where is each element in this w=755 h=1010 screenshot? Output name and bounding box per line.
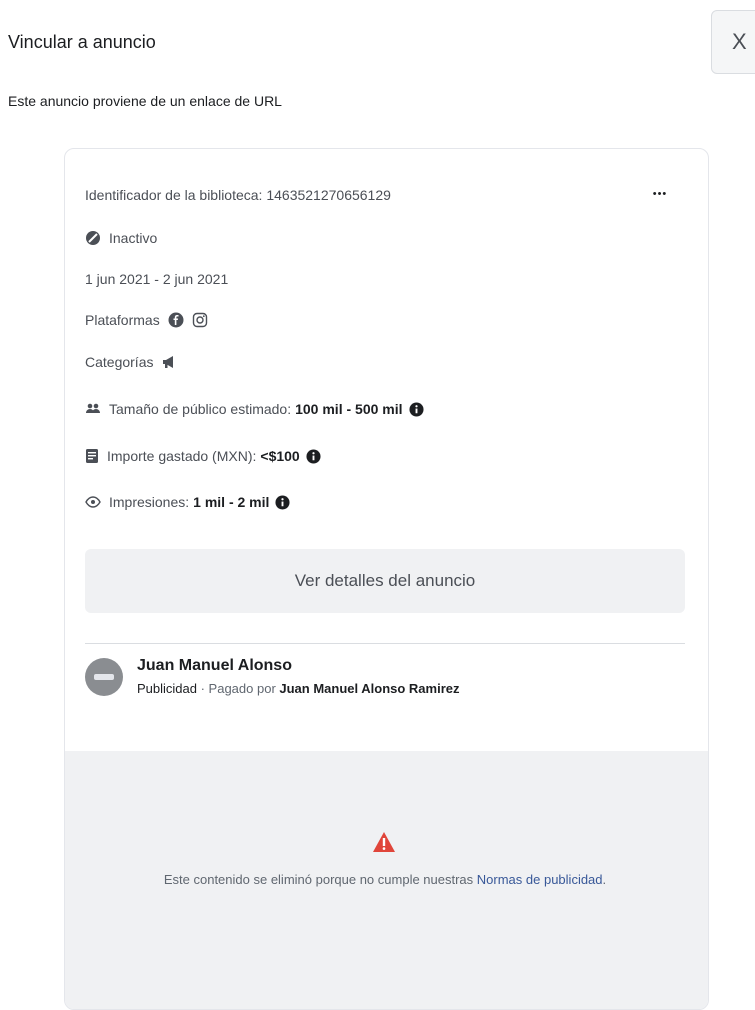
view-ad-details-label: Ver detalles del anuncio <box>294 571 476 590</box>
spend-value: <$100 <box>260 448 300 464</box>
audience-value: 100 mil - 500 mil <box>295 401 403 417</box>
divider <box>85 643 685 644</box>
ad-card: Identificador de la biblioteca: 14635212… <box>64 148 709 1010</box>
platforms-label: Plataformas <box>85 312 160 328</box>
library-id-text: Identificador de la biblioteca: 14635212… <box>85 187 391 203</box>
removed-content: Este contenido se eliminó porque no cump… <box>65 751 708 1009</box>
more-options-button[interactable]: ••• <box>645 184 675 204</box>
audience-label: Tamaño de público estimado: <box>109 401 292 417</box>
audience-icon <box>85 402 101 416</box>
advertiser-meta: Publicidad · Pagado por Juan Manuel Alon… <box>137 681 460 696</box>
warning-icon <box>372 831 396 858</box>
library-id: Identificador de la biblioteca: 14635212… <box>85 187 391 203</box>
ad-type: Publicidad <box>137 681 197 696</box>
view-ad-details-button[interactable]: Ver detalles del anuncio <box>85 549 685 613</box>
impressions-label: Impresiones: <box>109 494 190 510</box>
paid-by-prefix: · Pagado por <box>197 681 280 696</box>
blocked-avatar-icon <box>94 673 114 680</box>
advertiser-name[interactable]: Juan Manuel Alonso <box>137 657 460 675</box>
info-icon[interactable] <box>275 494 290 510</box>
avatar[interactable] <box>85 657 123 696</box>
instagram-icon <box>192 312 208 328</box>
receipt-icon <box>85 448 99 464</box>
megaphone-icon <box>161 355 177 369</box>
advertiser: Juan Manuel Alonso Publicidad · Pagado p… <box>85 657 460 696</box>
categories-row: Categorías <box>85 354 185 370</box>
impressions-value: 1 mil - 2 mil <box>193 494 270 510</box>
date-range: 1 jun 2021 - 2 jun 2021 <box>85 271 228 287</box>
removed-message-text: Este contenido se eliminó porque no cump… <box>163 872 477 887</box>
platforms-row: Plataformas <box>85 312 216 328</box>
status-row: Inactivo <box>85 230 157 246</box>
impressions-row: Impresiones: 1 mil - 2 mil <box>85 494 298 510</box>
date-range-text: 1 jun 2021 - 2 jun 2021 <box>85 271 229 287</box>
status-text: Inactivo <box>109 230 158 246</box>
spend-row: Importe gastado (MXN): <$100 <box>85 448 329 464</box>
page-title: Vincular a anuncio <box>8 32 156 52</box>
close-button[interactable]: X <box>711 10 755 74</box>
info-icon[interactable] <box>408 401 424 417</box>
facebook-icon <box>168 312 184 328</box>
inactive-icon <box>85 230 101 246</box>
info-icon[interactable] <box>306 448 321 464</box>
removed-message: Este contenido se eliminó porque no cump… <box>145 869 625 891</box>
categories-label: Categorías <box>85 354 154 370</box>
ad-policies-link[interactable]: Normas de publicidad <box>477 872 603 887</box>
subtitle: Este anuncio proviene de un enlace de UR… <box>8 93 282 109</box>
paid-by-name: Juan Manuel Alonso Ramirez <box>279 681 460 696</box>
eye-icon <box>85 496 101 508</box>
audience-row: Tamaño de público estimado: 100 mil - 50… <box>85 401 432 417</box>
more-icon: ••• <box>652 188 668 200</box>
spend-label: Importe gastado (MXN): <box>107 448 257 464</box>
removed-message-suffix: . <box>602 872 607 887</box>
close-icon: X <box>732 29 747 54</box>
